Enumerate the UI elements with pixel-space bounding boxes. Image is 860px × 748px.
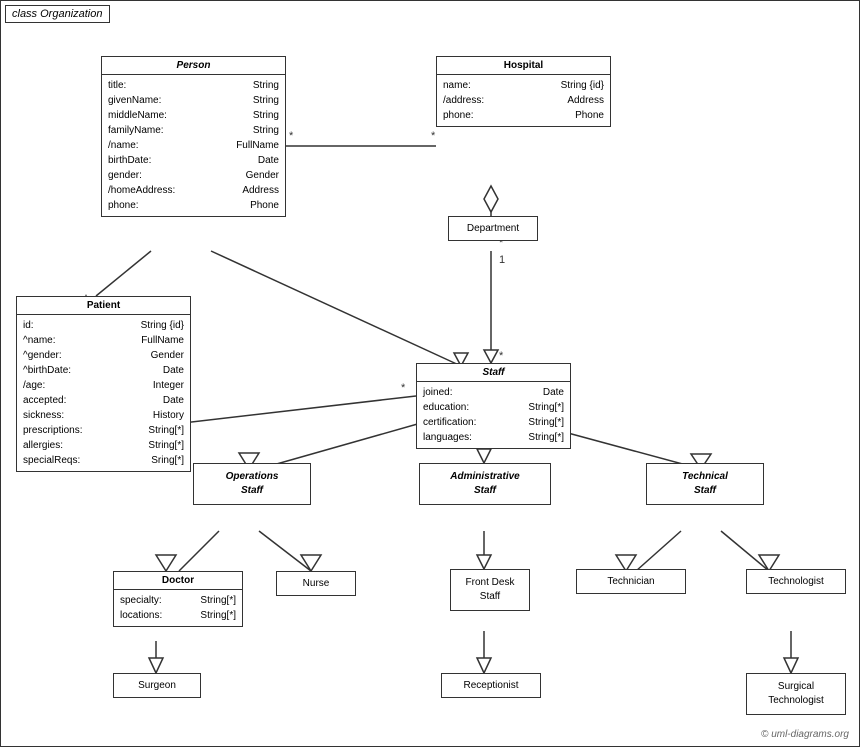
- receptionist-title: Receptionist: [463, 680, 518, 691]
- diagram-container: class Organization: [0, 0, 860, 747]
- staff-attrs: joined:Date education:String[*] certific…: [417, 382, 570, 448]
- svg-text:*: *: [401, 382, 406, 394]
- doctor-attrs: specialty:String[*] locations:String[*]: [114, 590, 242, 626]
- technologist-class: Technologist: [746, 569, 846, 594]
- technician-title: Technician: [607, 576, 654, 587]
- surgical-technologist-class: SurgicalTechnologist: [746, 673, 846, 715]
- admin-staff-title: AdministrativeStaff: [450, 471, 519, 496]
- copyright: © uml-diagrams.org: [761, 729, 849, 740]
- svg-text:*: *: [289, 130, 294, 142]
- svg-text:1: 1: [499, 254, 505, 266]
- diagram-title: class Organization: [5, 5, 110, 23]
- doctor-class: Doctor specialty:String[*] locations:Str…: [113, 571, 243, 627]
- operations-staff-class: OperationsStaff: [193, 463, 311, 505]
- technician-class: Technician: [576, 569, 686, 594]
- staff-class: Staff joined:Date education:String[*] ce…: [416, 363, 571, 449]
- operations-staff-title: OperationsStaff: [226, 471, 279, 496]
- nurse-class: Nurse: [276, 571, 356, 596]
- front-desk-title: Front DeskStaff: [466, 577, 515, 602]
- patient-attrs: id:String {id} ^name:FullName ^gender:Ge…: [17, 315, 190, 471]
- patient-title: Patient: [17, 297, 190, 315]
- person-attrs: title:String givenName:String middleName…: [102, 75, 285, 216]
- department-title: Department: [467, 223, 519, 234]
- technical-staff-class: TechnicalStaff: [646, 463, 764, 505]
- hospital-title: Hospital: [437, 57, 610, 75]
- surgeon-title: Surgeon: [138, 680, 176, 691]
- department-class: Department: [448, 216, 538, 241]
- person-class: Person title:String givenName:String mid…: [101, 56, 286, 217]
- hospital-class: Hospital name:String {id} /address:Addre…: [436, 56, 611, 127]
- patient-class: Patient id:String {id} ^name:FullName ^g…: [16, 296, 191, 472]
- front-desk-class: Front DeskStaff: [450, 569, 530, 611]
- nurse-title: Nurse: [303, 578, 330, 589]
- receptionist-class: Receptionist: [441, 673, 541, 698]
- person-title: Person: [102, 57, 285, 75]
- staff-title: Staff: [417, 364, 570, 382]
- surgical-technologist-title: SurgicalTechnologist: [768, 681, 824, 706]
- surgeon-class: Surgeon: [113, 673, 201, 698]
- technologist-title: Technologist: [768, 576, 824, 587]
- doctor-title: Doctor: [114, 572, 242, 590]
- technical-staff-title: TechnicalStaff: [682, 471, 728, 496]
- svg-text:*: *: [431, 130, 436, 142]
- svg-text:*: *: [499, 350, 504, 362]
- hospital-attrs: name:String {id} /address:Address phone:…: [437, 75, 610, 126]
- admin-staff-class: AdministrativeStaff: [419, 463, 551, 505]
